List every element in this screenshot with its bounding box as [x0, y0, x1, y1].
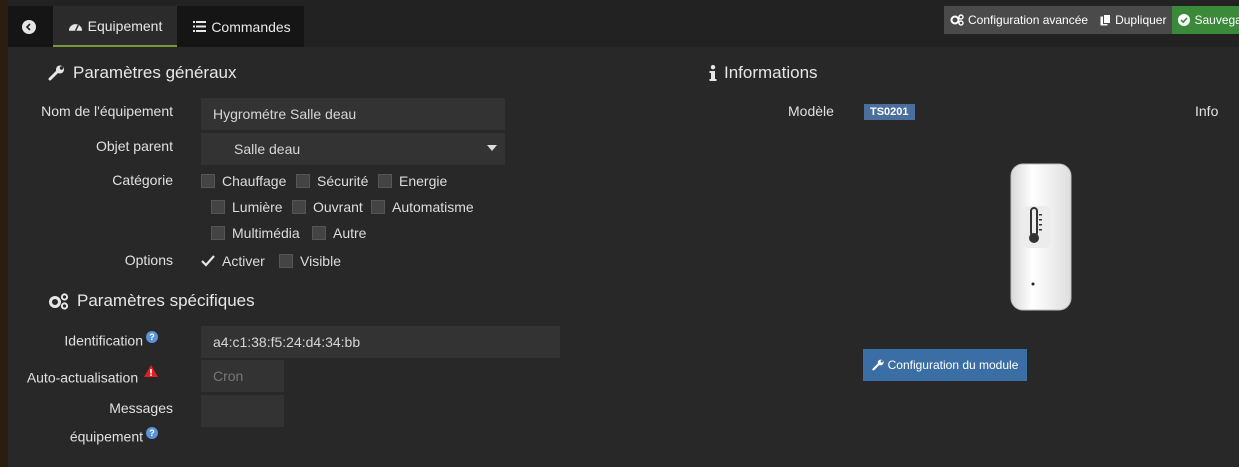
auto-label: Auto-actualisation — [27, 365, 158, 386]
parent-select-value: Salle deau — [234, 141, 301, 157]
category-securite-label: Sécurité — [317, 173, 369, 189]
messages-label-1: Messages — [109, 400, 173, 416]
category-autre-label: Autre — [333, 225, 367, 241]
help-icon[interactable]: ? — [146, 331, 158, 343]
info-icon — [709, 64, 717, 81]
option-activer-label: Activer — [222, 253, 265, 269]
window-edge — [0, 0, 8, 467]
specific-title-text: Paramètres spécifiques — [77, 291, 255, 310]
category-chauffage[interactable]: Chauffage — [201, 173, 286, 189]
name-input[interactable]: Hygrométre Salle deau — [201, 98, 505, 130]
checkbox-icon — [211, 226, 225, 240]
category-energie-label: Energie — [399, 173, 448, 189]
save-label: Sauvegarder — [1194, 13, 1239, 27]
duplicate-label: Dupliquer — [1115, 13, 1167, 27]
parent-label: Objet parent — [95, 138, 173, 154]
checkbox-icon — [312, 226, 326, 240]
category-ouvrant[interactable]: Ouvrant — [292, 199, 363, 215]
category-multimedia-label: Multimédia — [232, 225, 300, 241]
model-badge: TS0201 — [864, 104, 915, 120]
advanced-config-button[interactable]: Configuration avancée — [944, 6, 1095, 34]
tab-commandes[interactable]: Commandes — [180, 6, 304, 47]
warning-icon — [144, 365, 158, 377]
module-config-button[interactable]: Configuration du module — [863, 349, 1027, 381]
cogs-icon — [49, 292, 69, 310]
info-title-text: Informations — [724, 63, 818, 82]
category-ouvrant-label: Ouvrant — [313, 199, 363, 215]
messages-label-2-text: équipement — [69, 428, 143, 445]
category-multimedia[interactable]: Multimédia — [211, 225, 300, 241]
option-visible-label: Visible — [300, 253, 341, 269]
checkbox-icon — [296, 174, 310, 188]
general-title-text: Paramètres généraux — [73, 63, 237, 82]
sensor-device-image — [1010, 163, 1072, 311]
tab-equipement-label: Equipement — [87, 17, 163, 34]
ident-label-text: Identification — [64, 332, 143, 349]
category-automatisme[interactable]: Automatisme — [371, 199, 474, 215]
cogs-icon — [950, 14, 964, 26]
module-config-label: Configuration du module — [887, 358, 1019, 372]
list-icon — [193, 21, 207, 32]
copy-icon — [1100, 14, 1112, 26]
wrench-icon — [871, 359, 884, 371]
back-button[interactable] — [11, 10, 47, 44]
category-automatisme-label: Automatisme — [392, 199, 474, 215]
cron-input[interactable]: Cron — [201, 360, 284, 392]
category-autre[interactable]: Autre — [312, 225, 366, 241]
back-arrow-icon — [22, 20, 36, 34]
model-label: Modèle — [788, 103, 834, 119]
category-lumiere-label: Lumière — [232, 199, 283, 215]
option-visible[interactable]: Visible — [279, 253, 341, 269]
option-activer[interactable]: Activer — [201, 253, 265, 269]
checkbox-icon — [201, 174, 215, 188]
dashboard-icon — [68, 23, 82, 31]
caret-down-icon — [487, 145, 497, 151]
toolbar-buttons: Configuration avancée Dupliquer Sauvegar… — [944, 6, 1239, 34]
advanced-config-label: Configuration avancée — [968, 13, 1089, 27]
name-label: Nom de l'équipement — [41, 103, 173, 119]
auto-label-text: Auto-actualisation — [26, 369, 139, 386]
tab-equipement[interactable]: Equipement — [53, 6, 177, 47]
checkmark-icon — [201, 254, 215, 268]
duplicate-button[interactable]: Dupliquer — [1094, 6, 1173, 34]
messages-label-2: équipement? — [70, 427, 158, 445]
ident-label: Identification? — [64, 331, 158, 349]
category-energie[interactable]: Energie — [378, 173, 447, 189]
save-button[interactable]: Sauvegarder — [1172, 6, 1239, 34]
category-chauffage-label: Chauffage — [222, 173, 287, 189]
checkbox-icon — [279, 254, 293, 268]
info-section-title: Informations — [709, 63, 818, 83]
category-label: Catégorie — [112, 172, 173, 188]
check-circle-icon — [1178, 14, 1191, 26]
info-label: Info — [1195, 103, 1219, 119]
specific-section-title: Paramètres spécifiques — [48, 291, 255, 311]
wrench-icon — [48, 65, 64, 81]
tab-commandes-label: Commandes — [211, 18, 291, 35]
checkbox-icon — [211, 200, 225, 214]
checkbox-icon — [292, 200, 306, 214]
messages-input[interactable] — [201, 395, 284, 427]
help-icon[interactable]: ? — [146, 427, 158, 439]
checkbox-icon — [371, 200, 385, 214]
general-section-title: Paramètres généraux — [48, 63, 236, 83]
options-label: Options — [124, 252, 173, 268]
category-securite[interactable]: Sécurité — [296, 173, 368, 189]
ident-input[interactable]: a4:c1:38:f5:24:d4:34:bb — [201, 326, 560, 358]
checkbox-icon — [378, 174, 392, 188]
category-lumiere[interactable]: Lumière — [211, 199, 283, 215]
parent-select[interactable]: Salle deau — [201, 133, 505, 165]
